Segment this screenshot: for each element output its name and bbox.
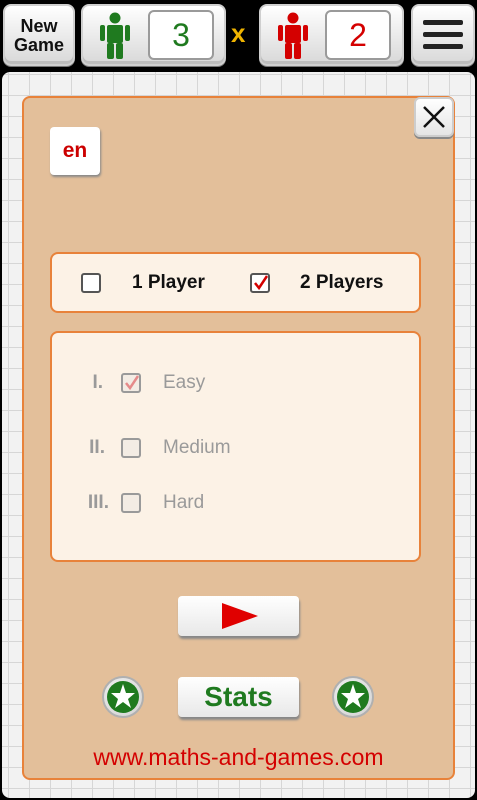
play-button[interactable] bbox=[178, 596, 299, 636]
level-numeral: I. bbox=[92, 372, 103, 393]
website-link[interactable]: www.maths-and-games.com bbox=[22, 744, 455, 771]
player2-score: 2 bbox=[325, 10, 391, 60]
menu-button[interactable] bbox=[411, 4, 475, 66]
easy-checkbox[interactable] bbox=[121, 373, 141, 393]
new-game-label-line2: Game bbox=[13, 35, 65, 55]
person-icon bbox=[278, 12, 308, 59]
top-bar: New Game 3 x 2 bbox=[0, 0, 477, 70]
player1-score: 3 bbox=[148, 10, 214, 60]
two-players-label: 2 Players bbox=[300, 272, 384, 293]
person-icon bbox=[100, 12, 130, 59]
one-player-checkbox[interactable] bbox=[81, 273, 101, 293]
level-numeral: II. bbox=[89, 437, 105, 458]
checkmark-icon bbox=[125, 375, 140, 391]
new-game-label-line1: New bbox=[20, 16, 58, 36]
play-icon bbox=[222, 603, 258, 629]
easy-label: Easy bbox=[163, 372, 206, 393]
hard-checkbox[interactable] bbox=[121, 493, 141, 513]
difficulty-box: I. Easy II. Medium III. Hard bbox=[50, 331, 421, 562]
close-icon bbox=[423, 106, 445, 128]
language-button[interactable]: en bbox=[50, 127, 100, 175]
star-icon bbox=[102, 676, 144, 718]
star-icon bbox=[332, 676, 374, 718]
level-numeral: III. bbox=[87, 492, 109, 513]
stats-button[interactable]: Stats bbox=[178, 677, 299, 717]
medium-label: Medium bbox=[163, 437, 231, 458]
new-game-button[interactable]: New Game bbox=[3, 4, 75, 66]
close-button[interactable] bbox=[414, 97, 454, 137]
two-players-checkbox[interactable] bbox=[250, 273, 270, 293]
medium-checkbox[interactable] bbox=[121, 438, 141, 458]
one-player-label: 1 Player bbox=[132, 272, 205, 293]
checkmark-icon bbox=[254, 275, 269, 291]
player-mode-box: 1 Player 2 Players bbox=[50, 252, 421, 313]
hard-label: Hard bbox=[163, 492, 205, 513]
score-separator: x bbox=[231, 18, 246, 48]
